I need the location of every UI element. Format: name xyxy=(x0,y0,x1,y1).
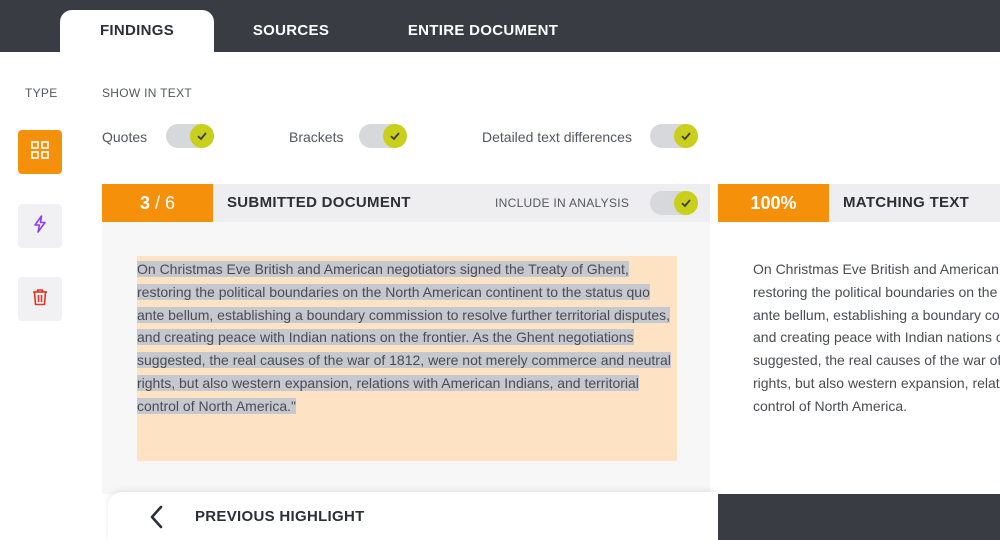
tab-findings[interactable]: FINDINGS xyxy=(60,10,214,52)
check-icon xyxy=(190,124,214,148)
submitted-text-line: rights, but also western expansion, rela… xyxy=(137,374,639,391)
submitted-text-line: restoring the political boundaries on th… xyxy=(137,283,650,300)
show-in-text-label: SHOW IN TEXT xyxy=(102,86,193,100)
tab-entire-document[interactable]: ENTIRE DOCUMENT xyxy=(398,10,568,52)
include-in-analysis-toggle[interactable] xyxy=(650,191,698,215)
submitted-text-line: control of North America." xyxy=(137,397,297,414)
include-in-analysis-label: INCLUDE IN ANALYSIS xyxy=(495,196,630,210)
quotes-toggle[interactable] xyxy=(166,124,214,148)
matching-text-title: MATCHING TEXT xyxy=(843,194,970,211)
submitted-text-highlight: On Christmas Eve British and American ne… xyxy=(137,256,677,461)
submitted-text-line: ante bellum, establishing a boundary com… xyxy=(137,306,671,323)
tab-sources[interactable]: SOURCES xyxy=(236,10,346,52)
quotes-label: Quotes xyxy=(102,129,148,145)
check-icon xyxy=(674,124,698,148)
submitted-document-title: SUBMITTED DOCUMENT xyxy=(227,194,411,211)
trash-icon xyxy=(30,287,50,312)
matching-text-line: and creating peace with Indian nations o… xyxy=(753,329,1000,346)
check-icon xyxy=(383,124,407,148)
type-label: TYPE xyxy=(25,86,58,100)
detailed-differences-toggle[interactable] xyxy=(650,124,698,148)
matching-text-line: restoring the political boundaries on th… xyxy=(753,283,1000,300)
brackets-toggle[interactable] xyxy=(359,124,407,148)
highlight-counter: 3 / 6 xyxy=(102,184,213,222)
next-highlight-bar[interactable] xyxy=(718,494,1000,540)
matching-text-line: ante bellum, establishing a boundary com… xyxy=(753,306,1000,323)
matching-text-line: rights, but also western expansion, rela… xyxy=(753,374,1000,391)
counter-current: 3 xyxy=(139,193,150,213)
lightning-icon xyxy=(30,214,50,239)
match-percent-badge: 100% xyxy=(718,184,829,222)
matching-text-body: On Christmas Eve British and American ne… xyxy=(753,258,1000,418)
chevron-left-icon[interactable] xyxy=(148,505,166,534)
submitted-text-line: suggested, the real causes of the war of… xyxy=(137,352,671,369)
matching-text-line: On Christmas Eve British and American ne… xyxy=(753,261,1000,277)
submitted-text-line: and creating peace with Indian nations o… xyxy=(137,329,634,346)
matching-text-line: suggested, the real causes of the war of… xyxy=(753,352,1000,369)
check-icon xyxy=(674,191,698,215)
grid-icon xyxy=(30,140,50,165)
submitted-text-line: On Christmas Eve British and American ne… xyxy=(137,261,629,277)
counter-total: 6 xyxy=(165,193,176,213)
detailed-differences-label: Detailed text differences xyxy=(482,129,632,145)
matching-text-line: control of North America. xyxy=(753,397,908,414)
type-grid-button[interactable] xyxy=(18,130,62,174)
previous-highlight-label[interactable]: PREVIOUS HIGHLIGHT xyxy=(195,508,365,525)
type-lightning-button[interactable] xyxy=(18,204,62,248)
brackets-label: Brackets xyxy=(289,129,344,145)
type-trash-button[interactable] xyxy=(18,277,62,321)
